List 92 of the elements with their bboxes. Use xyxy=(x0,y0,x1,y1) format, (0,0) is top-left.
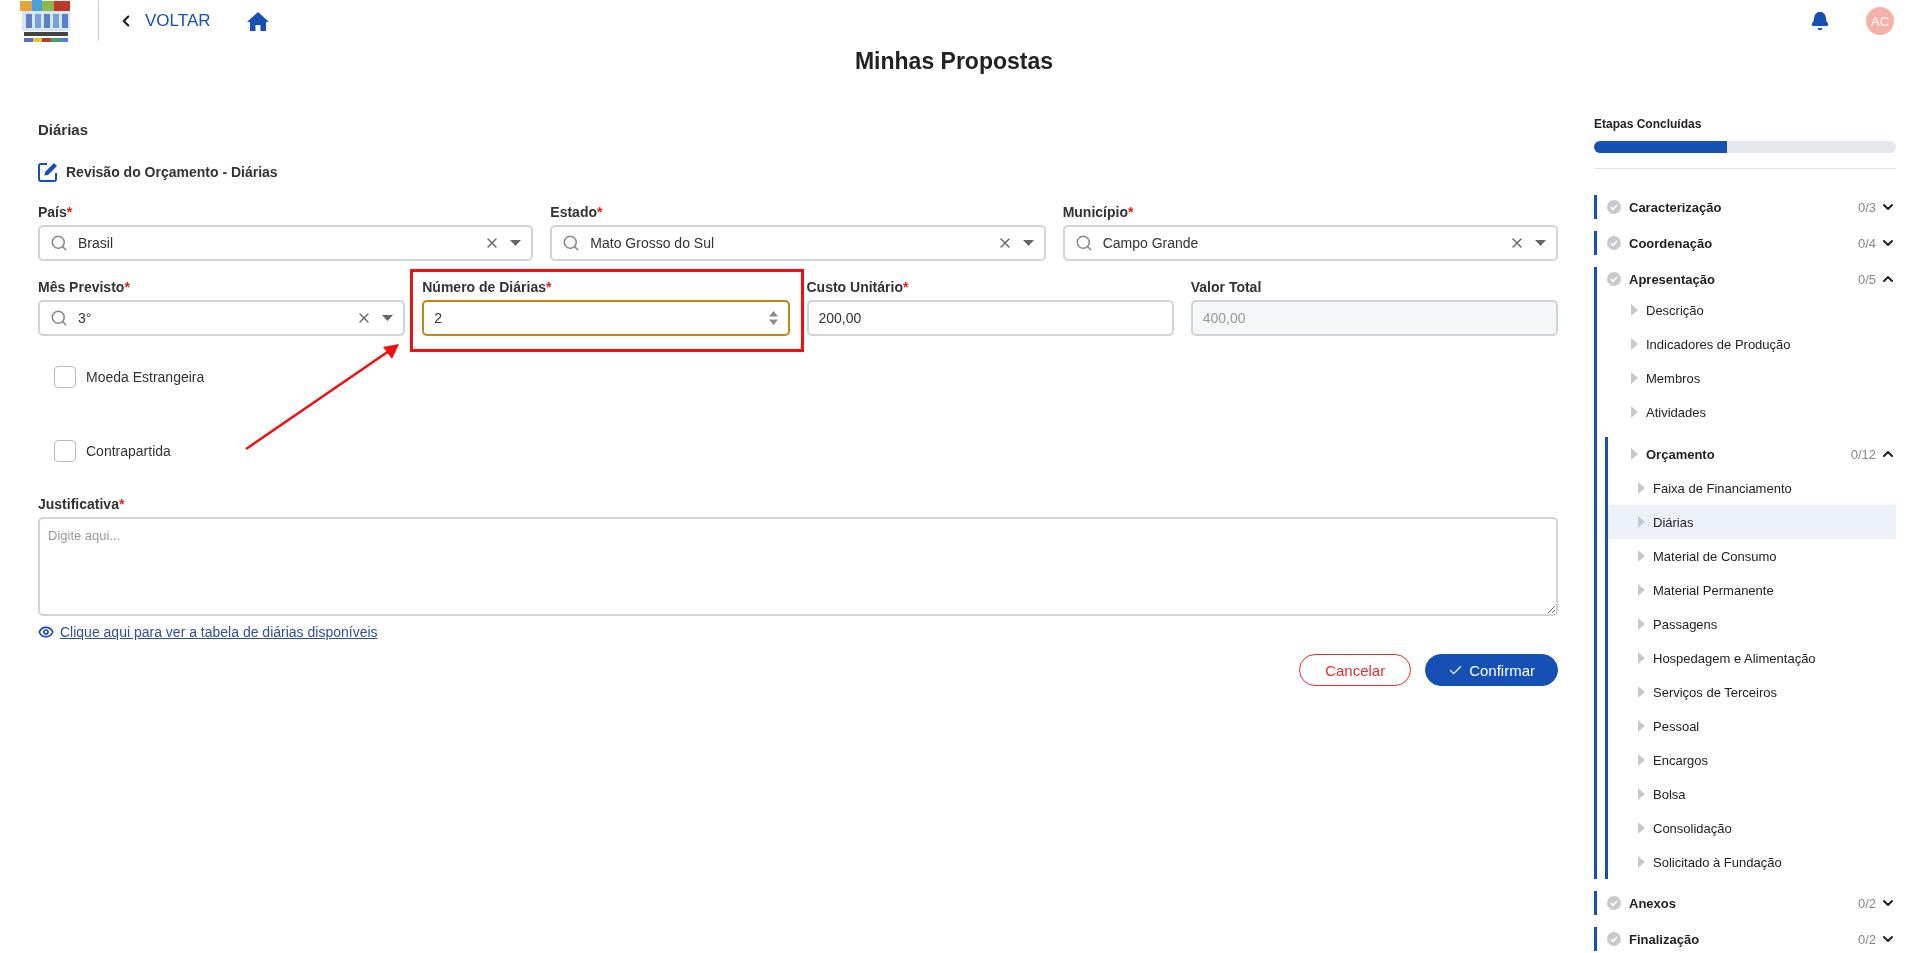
field-label: Município* xyxy=(1062,204,1135,220)
eye-icon xyxy=(38,624,54,640)
select-field[interactable]: Campo Grande xyxy=(1062,225,1558,261)
check-circle-icon xyxy=(1607,200,1621,214)
checkbox-label: Moeda Estrangeira xyxy=(86,369,205,385)
caret-icon xyxy=(1638,788,1645,800)
tree-item[interactable]: Passagens xyxy=(1608,607,1896,641)
step-header[interactable]: Coordenação 0/4 xyxy=(1597,231,1896,255)
search-icon xyxy=(562,234,581,252)
field-label: Mês Previsto* xyxy=(38,279,131,295)
step-count: 0/5 xyxy=(1857,271,1876,287)
caret-icon xyxy=(1638,482,1645,494)
caret-icon xyxy=(1631,372,1638,384)
caret-icon xyxy=(1638,856,1645,868)
select-field[interactable]: Brasil xyxy=(38,225,534,261)
field-label: Número de Diárias* xyxy=(422,279,553,295)
checkbox[interactable] xyxy=(54,440,76,462)
tree-item[interactable]: Solicitado à Fundação xyxy=(1608,845,1896,879)
caret-icon xyxy=(1638,652,1645,664)
caret-icon xyxy=(1631,338,1638,350)
field-label: Valor Total xyxy=(1190,279,1263,295)
step-count: 0/12 xyxy=(1850,446,1876,462)
form-subtitle: Revisão do Orçamento - Diárias xyxy=(66,164,278,180)
tree-item[interactable]: Faixa de Financiamento xyxy=(1608,471,1896,505)
caret-icon xyxy=(1631,406,1638,418)
caret-icon xyxy=(1631,448,1638,460)
check-circle-icon xyxy=(1607,236,1621,250)
step-count: 0/2 xyxy=(1857,895,1876,911)
field-label: Justificativa* xyxy=(38,496,126,512)
checkbox[interactable] xyxy=(54,366,76,388)
check-circle-icon xyxy=(1607,932,1621,946)
checkbox-label: Contrapartida xyxy=(86,443,171,459)
section-title: Diárias xyxy=(38,121,90,138)
cancel-button[interactable]: Cancelar xyxy=(1299,654,1412,686)
step-count: 0/3 xyxy=(1857,199,1876,215)
input-field[interactable]: 2 xyxy=(422,300,790,336)
caret-down-icon[interactable] xyxy=(1535,240,1546,246)
search-icon xyxy=(1074,234,1093,252)
step-count: 0/4 xyxy=(1857,235,1876,251)
home-icon[interactable] xyxy=(246,11,269,31)
search-icon xyxy=(50,234,68,252)
tree-item[interactable]: Consolidação xyxy=(1608,811,1896,845)
confirm-button[interactable]: Confirmar xyxy=(1425,654,1558,686)
caret-down-icon[interactable] xyxy=(1022,240,1034,246)
caret-icon xyxy=(1638,686,1645,698)
select-field[interactable]: 3° xyxy=(38,300,406,336)
field-label: Estado* xyxy=(550,204,604,220)
check-circle-icon xyxy=(1607,896,1621,910)
caret-icon xyxy=(1638,516,1645,528)
caret-icon xyxy=(1638,822,1645,834)
tree-item[interactable]: Diárias xyxy=(1608,505,1896,539)
spinner-icon[interactable] xyxy=(768,311,778,325)
tree-item[interactable]: Material de Consumo xyxy=(1608,539,1896,573)
caret-down-icon[interactable] xyxy=(510,240,522,246)
step-count: 0/2 xyxy=(1857,931,1876,947)
edit-icon xyxy=(38,162,58,182)
input-field[interactable]: 200,00 xyxy=(806,300,1174,336)
justification-field[interactable]: Digite aqui... xyxy=(38,517,1558,616)
caret-icon xyxy=(1638,584,1645,596)
search-icon xyxy=(50,309,68,327)
logo-icon xyxy=(20,0,72,43)
step-header[interactable]: Caracterização 0/3 xyxy=(1597,195,1896,219)
select-field[interactable]: Mato Grosso do Sul xyxy=(550,225,1046,261)
page-title: Minhas Propostas xyxy=(853,48,1055,75)
bell-icon[interactable] xyxy=(1810,11,1830,31)
progress-title: Etapas Concluídas xyxy=(1594,117,1703,131)
caret-down-icon[interactable] xyxy=(382,315,394,321)
caret-icon xyxy=(1638,618,1645,630)
back-link[interactable]: VOLTAR xyxy=(117,11,211,31)
caret-icon xyxy=(1638,720,1645,732)
step-header[interactable]: Anexos 0/2 xyxy=(1597,891,1896,915)
step-header[interactable]: Apresentação 0/5 xyxy=(1597,267,1896,291)
caret-icon xyxy=(1638,754,1645,766)
field-label: País* xyxy=(38,204,74,220)
tree-item[interactable]: Pessoal xyxy=(1608,709,1896,743)
field-label: Custo Unitário* xyxy=(806,279,910,295)
tree-item[interactable]: Encargos xyxy=(1608,743,1896,777)
caret-icon xyxy=(1638,550,1645,562)
table-link[interactable]: Clique aqui para ver a tabela de diárias disponíveis xyxy=(60,624,378,640)
input-field: 400,00 xyxy=(1190,300,1558,336)
tree-item[interactable]: Membros xyxy=(1597,361,1896,395)
tree-item[interactable]: Descrição xyxy=(1597,293,1896,327)
caret-icon xyxy=(1631,304,1638,316)
tree-item[interactable]: Material Permanente xyxy=(1608,573,1896,607)
check-circle-icon xyxy=(1607,272,1621,286)
tree-item[interactable]: Atividades xyxy=(1597,395,1896,429)
tree-item[interactable]: Bolsa xyxy=(1608,777,1896,811)
tree-item[interactable]: Serviços de Terceiros xyxy=(1608,675,1896,709)
tree-item[interactable]: Orçamento 0/12 xyxy=(1608,437,1896,471)
tree-item[interactable]: Indicadores de Produção xyxy=(1597,327,1896,361)
step-header[interactable]: Finalização 0/2 xyxy=(1597,927,1896,951)
tree-item[interactable]: Hospedagem e Alimentação xyxy=(1608,641,1896,675)
